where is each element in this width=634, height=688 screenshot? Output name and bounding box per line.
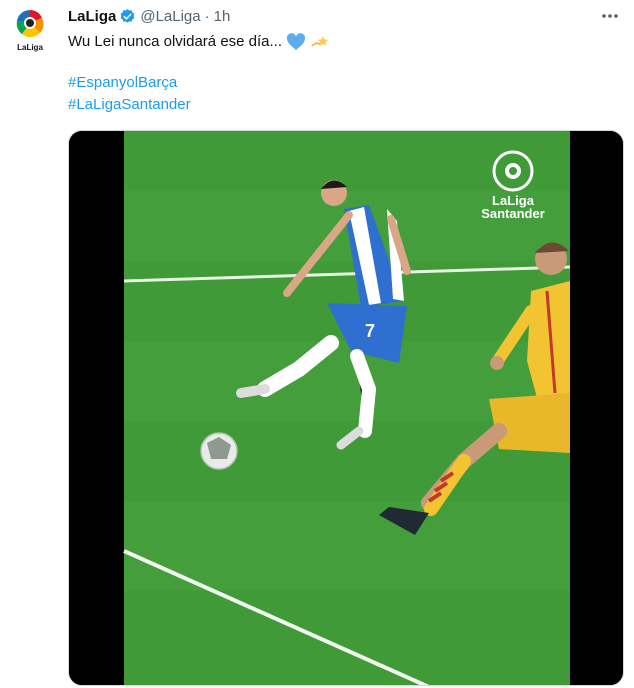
- author-handle[interactable]: @LaLiga: [140, 8, 200, 25]
- avatar[interactable]: LaLiga: [12, 6, 48, 52]
- player-number: 7: [365, 321, 375, 341]
- blue-heart-icon: [286, 33, 306, 51]
- hashtag-espanyolbarca[interactable]: #EspanyolBarça: [68, 74, 177, 91]
- hashtag-laligasantander[interactable]: #LaLigaSantander: [68, 96, 191, 113]
- more-options-icon[interactable]: [600, 8, 620, 24]
- avatar-label: LaLiga: [17, 43, 43, 52]
- verified-badge-icon: [120, 8, 135, 23]
- football: [200, 432, 238, 470]
- video-frame: LaLiga Santander 7: [69, 131, 623, 685]
- tweet-time[interactable]: 1h: [214, 8, 231, 25]
- tweet-header: LaLiga @LaLiga · 1h: [68, 6, 230, 26]
- author-name[interactable]: LaLiga: [68, 8, 116, 25]
- dizzy-star-icon: [311, 36, 329, 47]
- watermark-line2: Santander: [481, 206, 545, 221]
- laliga-logo-icon: LaLiga: [16, 9, 44, 52]
- tweet-body: Wu Lei nunca olvidará ese día...: [68, 33, 283, 50]
- tweet-video[interactable]: LaLiga Santander 7: [68, 130, 624, 686]
- separator-dot: ·: [204, 7, 210, 25]
- tweet-text: Wu Lei nunca olvidará ese día...: [68, 32, 608, 52]
